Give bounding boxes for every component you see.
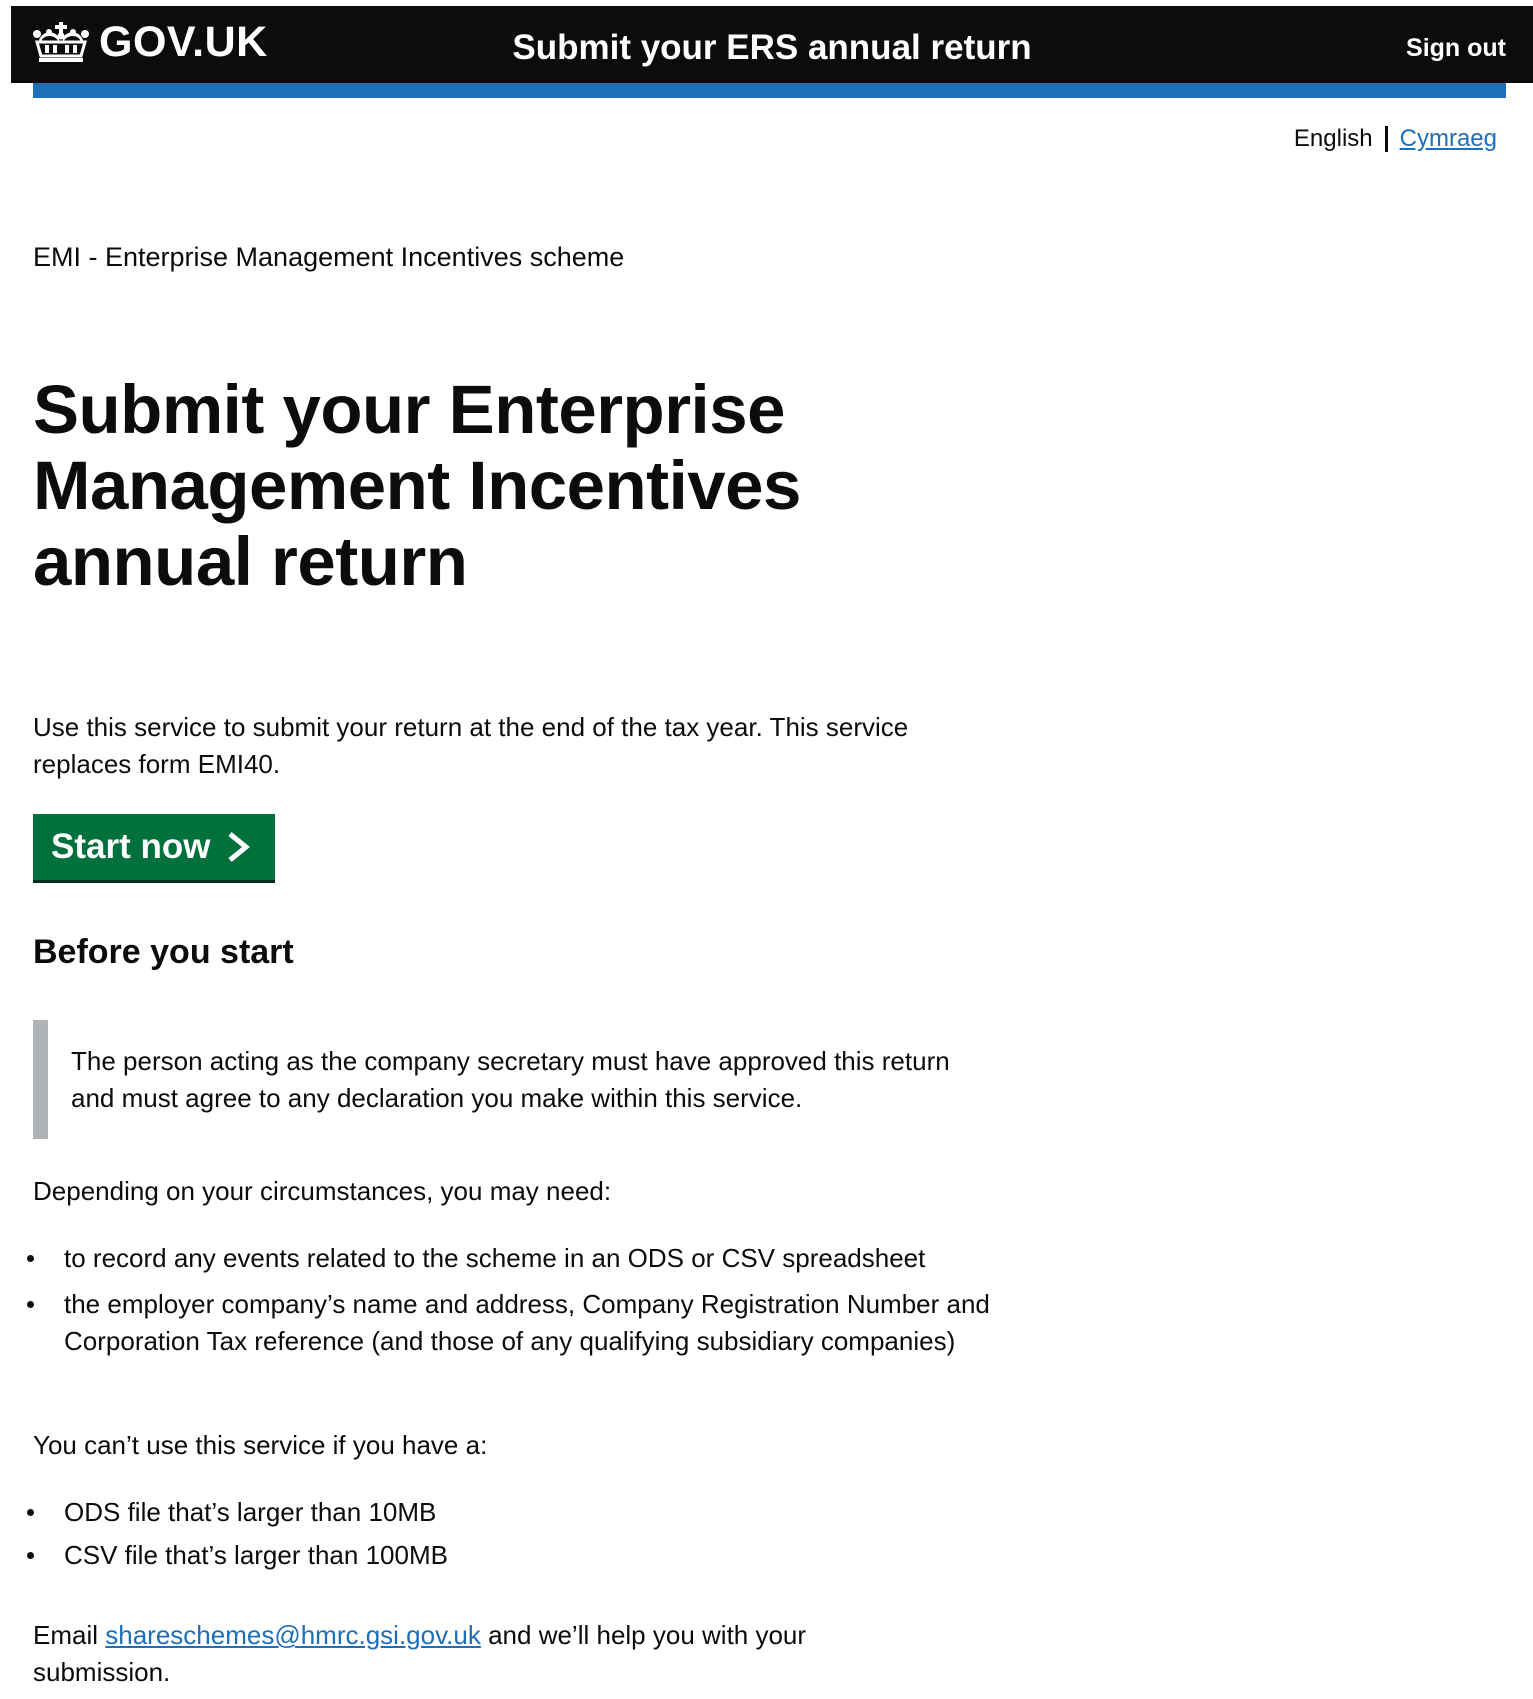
inset-text: The person acting as the company secreta… (33, 1020, 993, 1139)
chevron-right-icon (228, 832, 251, 862)
may-need-intro: Depending on your circumstances, you may… (33, 1176, 612, 1206)
page-title: Submit your Enterprise Management Incent… (33, 371, 801, 600)
cannot-use-intro: You can’t use this service if you have a… (33, 1430, 488, 1460)
list-item: ODS file that’s larger than 10MB (27, 1494, 993, 1531)
email-help-paragraph: Email shareschemes@hmrc.gsi.gov.uk and w… (33, 1617, 913, 1691)
header-blue-bar (33, 83, 1506, 98)
before-you-start-heading: Before you start (33, 933, 294, 971)
language-divider (1384, 126, 1388, 152)
start-now-label: Start now (51, 827, 211, 866)
may-need-list: to record any events related to the sche… (27, 1240, 993, 1360)
language-switcher: English Cymraeg (1294, 124, 1497, 154)
list-item: the employer company’s name and address,… (27, 1286, 993, 1360)
list-item: to record any events related to the sche… (27, 1240, 993, 1277)
language-current: English (1293, 125, 1373, 152)
email-link[interactable]: shareschemes@hmrc.gsi.gov.uk (105, 1620, 481, 1650)
govuk-logo-link[interactable]: GOV.UK (33, 20, 268, 64)
service-name-link[interactable]: Submit your ERS annual return (512, 28, 1031, 67)
start-now-button[interactable]: Start now (33, 814, 275, 880)
logo-text: GOV.UK (99, 18, 268, 66)
inset-text-content: The person acting as the company secreta… (71, 1046, 950, 1113)
language-cymraeg-link[interactable]: Cymraeg (1400, 124, 1497, 154)
scheme-caption: EMI - Enterprise Management Incentives s… (33, 242, 625, 272)
list-item: CSV file that’s larger than 100MB (27, 1537, 993, 1574)
email-prefix: Email (33, 1620, 99, 1650)
sign-out-link[interactable]: Sign out (1406, 32, 1506, 64)
cannot-use-list: ODS file that’s larger than 10MB CSV fil… (27, 1494, 993, 1574)
crown-icon (33, 22, 89, 62)
site-header: GOV.UK Submit your ERS annual return Sig… (11, 6, 1533, 83)
intro-paragraph: Use this service to submit your return a… (33, 712, 909, 779)
